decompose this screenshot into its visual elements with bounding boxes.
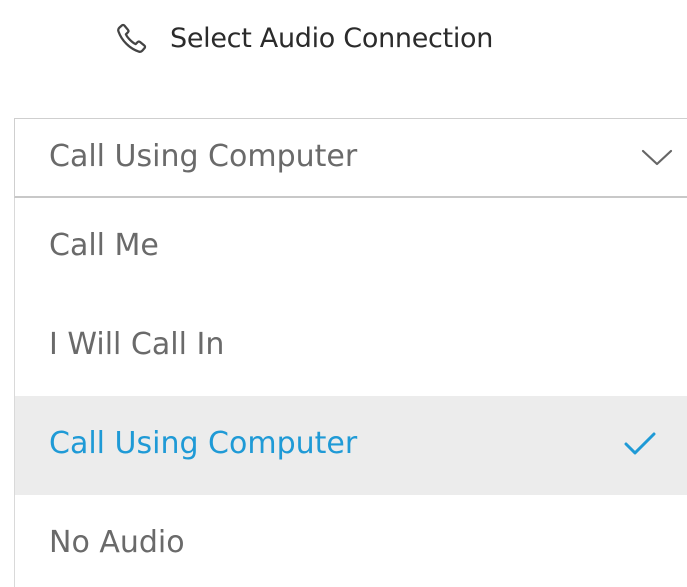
checkmark-icon (620, 426, 660, 462)
panel-header: Select Audio Connection (110, 12, 493, 64)
audio-connection-panel: Select Audio Connection Call Using Compu… (0, 0, 687, 587)
phone-icon (110, 16, 154, 60)
option-label: I Will Call In (49, 327, 225, 362)
panel-title: Select Audio Connection (170, 22, 494, 54)
option-call-me[interactable]: Call Me (15, 198, 687, 297)
option-call-using-computer[interactable]: Call Using Computer (15, 396, 687, 495)
audio-connection-dropdown: Call Me I Will Call In Call Using Comput… (14, 198, 687, 587)
option-i-will-call-in[interactable]: I Will Call In (15, 297, 687, 396)
option-label: Call Me (49, 228, 159, 263)
chevron-down-icon[interactable] (635, 141, 679, 173)
select-current-value: Call Using Computer (49, 139, 358, 174)
option-label: No Audio (49, 525, 185, 560)
option-label: Call Using Computer (49, 426, 358, 461)
audio-connection-select[interactable]: Call Using Computer (14, 118, 687, 198)
option-no-audio[interactable]: No Audio (15, 495, 687, 587)
